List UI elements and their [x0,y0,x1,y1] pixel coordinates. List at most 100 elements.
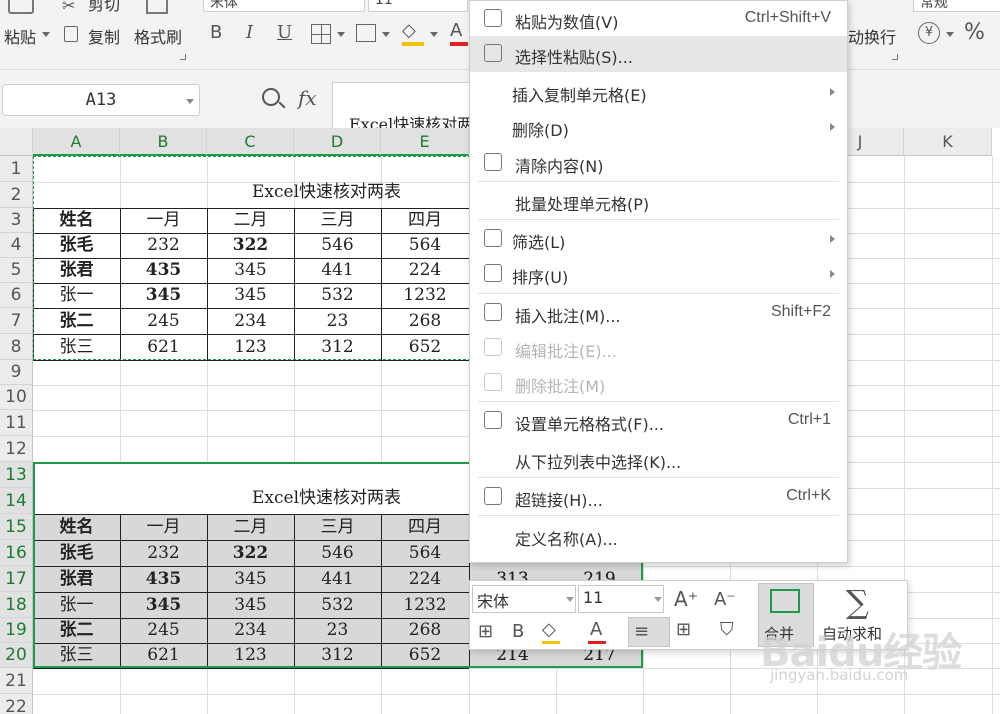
row-header-16[interactable]: 16 [0,540,33,566]
row-header-8[interactable]: 8 [0,334,33,360]
baidu-watermark-url: jingyan.baidu.com [770,666,909,684]
column-header-a[interactable]: A [33,128,120,156]
paste-button[interactable]: 粘贴 [4,24,36,48]
currency-icon[interactable]: ¥ [918,22,940,44]
row-header-11[interactable]: 11 [0,410,33,436]
currency-dropdown-icon[interactable] [946,32,954,37]
increase-font-icon[interactable]: A⁺ [674,587,698,611]
column-header-d[interactable]: D [294,128,381,156]
column-header-c[interactable]: C [207,128,294,156]
paste-dropdown-icon[interactable] [42,32,50,37]
column-header-b[interactable]: B [120,128,207,156]
mini-font-color-icon[interactable]: A [590,619,602,640]
format-painter-button[interactable]: 格式刷 [134,24,182,48]
mini-format-painter-icon[interactable]: ⛉ [720,619,734,640]
menu-item-shortcut: Ctrl+K [786,487,831,504]
row-header-7[interactable]: 7 [0,308,33,334]
mini-bold-button[interactable]: B [512,621,524,642]
row-header-19[interactable]: 19 [0,618,33,643]
clipboard-group-expander[interactable] [180,54,186,60]
menu-item-8[interactable]: 排序(U) [470,256,847,292]
copy-button[interactable]: 复制 [88,24,120,48]
menu-item-6[interactable]: 批量处理单元格(P) [470,183,847,219]
gridline-h [33,694,1000,695]
row-header-2[interactable]: 2 [0,182,33,208]
format-painter-icon[interactable] [146,0,168,14]
copy-icon[interactable] [64,26,78,42]
menu-item-4[interactable]: 删除(D) [470,109,847,145]
mini-font-name[interactable]: 宋体 [472,585,576,613]
bold-button[interactable]: B [210,22,222,43]
menu-item-label: 插入批注(M)... [515,307,621,326]
row-header-20[interactable]: 20 [0,643,33,668]
row-header-6[interactable]: 6 [0,283,33,308]
paste-icon[interactable] [8,0,34,14]
name-box[interactable]: A13 [2,84,200,116]
row-header-10[interactable]: 10 [0,385,33,410]
align-center-icon[interactable]: ≡ [634,621,649,642]
mini-wrap-icon[interactable]: ⊞ [478,621,493,642]
decrease-font-icon[interactable]: A⁻ [714,589,736,610]
row-header-18[interactable]: 18 [0,592,33,618]
ribbon-font-name[interactable]: 宋体 [203,0,365,12]
menu-item-3[interactable]: 插入复制单元格(E) [470,74,847,110]
formula-input[interactable]: Excel快速核对两表 [332,82,489,134]
autosum-icon[interactable]: ∑ [846,583,869,621]
borders-icon[interactable] [311,24,331,44]
row-header-13[interactable]: 13 [0,462,33,488]
submenu-arrow-icon [830,270,835,278]
row-header-4[interactable]: 4 [0,233,33,258]
row-header-14[interactable]: 14 [0,488,33,514]
zoom-formula-icon[interactable] [262,88,280,106]
italic-button[interactable]: I [246,22,253,43]
ribbon-font-size[interactable]: 11 [368,0,468,12]
row-header-15[interactable]: 15 [0,514,33,540]
percent-button[interactable]: % [964,20,985,45]
name-box-dropdown-icon[interactable] [186,99,194,104]
submenu-arrow-icon [830,235,835,243]
cell-style-dropdown-icon[interactable] [382,32,390,37]
row-header-17[interactable]: 17 [0,566,33,592]
row-header-5[interactable]: 5 [0,258,33,283]
table-border-h [33,360,469,361]
table-border-h [33,668,469,669]
alignment-group-expander[interactable] [892,54,898,60]
row-header-22[interactable]: 22 [0,694,33,714]
column-header-e[interactable]: E [381,128,469,156]
cut-button[interactable]: 剪切 [88,0,120,15]
menu-item-7[interactable]: 筛选(L) [470,221,847,257]
row-header-12[interactable]: 12 [0,436,33,462]
menu-item-1[interactable]: 粘贴为数值(V) Ctrl+Shift+V [470,1,847,37]
number-format-select[interactable]: 常规 [913,0,1000,12]
scissors-icon[interactable]: ✂ [62,0,75,15]
mini-fill-color-icon[interactable]: ◇ [542,619,556,640]
menu-item-15[interactable]: 定义名称(A)... [470,518,847,554]
column-header-k[interactable]: K [904,128,992,156]
mini-font-name-dropdown-icon[interactable] [566,597,574,602]
mini-font-size[interactable]: 11 [578,585,664,613]
menu-item-12[interactable]: 设置单元格格式(F)... Ctrl+1 [470,403,847,439]
row-header-1[interactable]: 1 [0,156,33,182]
zoom-handle [278,101,286,109]
underline-button[interactable]: U [277,22,292,43]
menu-item-5[interactable]: 清除内容(N) [470,145,847,181]
menu-item-label: 选择性粘贴(S)... [515,48,633,67]
mini-borders-icon[interactable]: ⊞ [676,619,691,640]
fx-icon[interactable]: fx [298,86,317,110]
menu-item-2[interactable]: 选择性粘贴(S)... [470,36,847,72]
eraser-icon [484,153,502,171]
borders-dropdown-icon[interactable] [337,32,345,37]
mini-font-size-dropdown-icon[interactable] [654,597,662,602]
font-color-icon[interactable]: A [450,20,462,41]
fill-color-icon[interactable]: ◇ [402,20,416,41]
wrap-text-button[interactable]: 动换行 [848,24,896,48]
row-header-21[interactable]: 21 [0,668,33,694]
select-all-corner[interactable] [0,128,33,156]
cell-style-icon[interactable] [356,24,376,42]
menu-item-9[interactable]: 插入批注(M)... Shift+F2 [470,295,847,331]
fill-color-dropdown-icon[interactable] [430,32,438,37]
menu-item-14[interactable]: 超链接(H)... Ctrl+K [470,479,847,515]
row-header-3[interactable]: 3 [0,208,33,233]
row-header-9[interactable]: 9 [0,360,33,385]
menu-item-13[interactable]: 从下拉列表中选择(K)... [470,441,847,477]
